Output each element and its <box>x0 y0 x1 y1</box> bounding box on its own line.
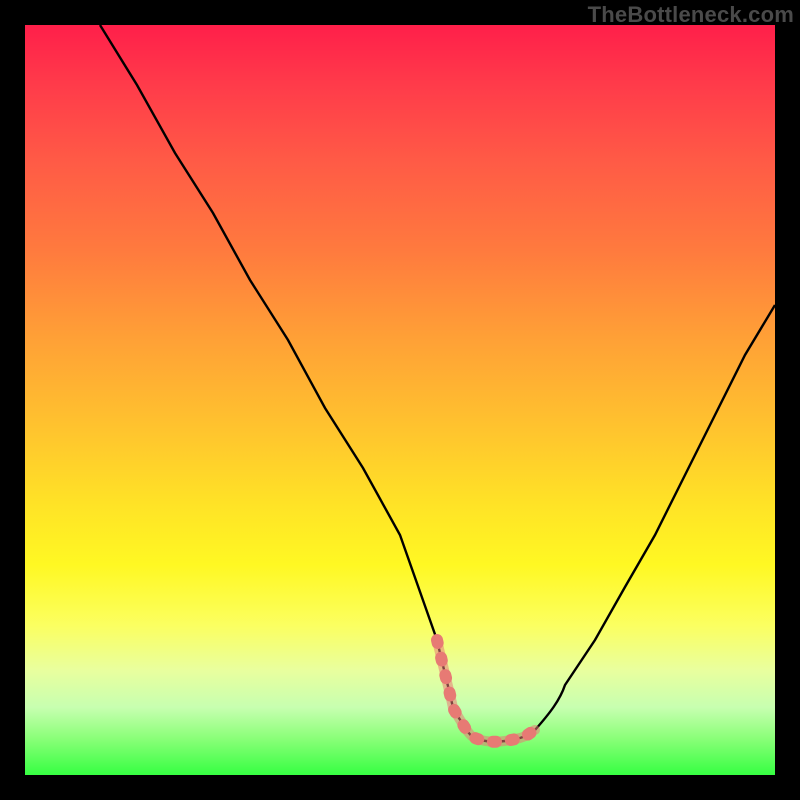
curve-svg <box>25 25 775 775</box>
bottleneck-highlight-underlay <box>437 640 535 742</box>
chart-stage: TheBottleneck.com <box>0 0 800 800</box>
plot-area <box>25 25 775 775</box>
